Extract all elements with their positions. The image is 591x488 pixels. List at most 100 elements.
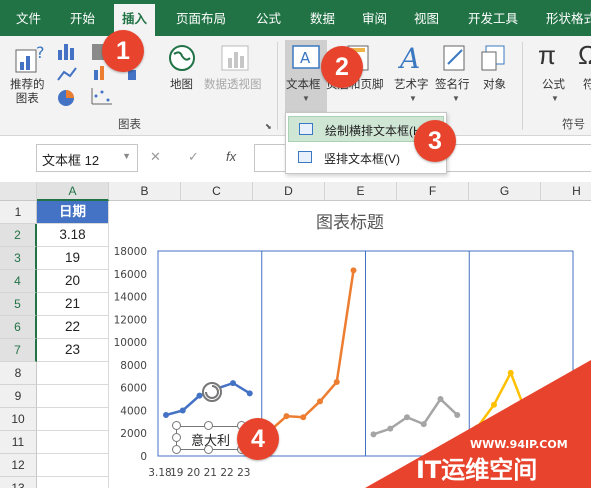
data-point bbox=[179, 407, 186, 414]
column-header[interactable]: B bbox=[109, 182, 181, 201]
table-cell[interactable]: 19 bbox=[37, 247, 109, 270]
data-point bbox=[350, 267, 357, 274]
wordart-button[interactable]: 艺术字 bbox=[394, 78, 429, 92]
row-header[interactable]: 5 bbox=[0, 293, 37, 316]
pivot-chart-button[interactable]: 数据透视图 bbox=[204, 78, 262, 92]
insert-function-icon[interactable]: fx bbox=[226, 149, 236, 164]
tab-file[interactable]: 文件 bbox=[16, 8, 41, 27]
table-cell[interactable]: 23 bbox=[37, 339, 109, 362]
tab-shape-format[interactable]: 形状格式 bbox=[546, 8, 591, 27]
tab-data[interactable]: 数据 bbox=[310, 8, 335, 27]
group-separator bbox=[522, 42, 523, 130]
svg-text:?: ? bbox=[36, 43, 45, 62]
data-point bbox=[474, 424, 481, 431]
row-header[interactable]: 12 bbox=[0, 454, 37, 477]
step-badge-2: 2 bbox=[321, 46, 363, 88]
column-header[interactable]: F bbox=[397, 182, 469, 201]
table-cell[interactable] bbox=[37, 362, 109, 385]
cancel-icon[interactable]: ✕ bbox=[150, 149, 161, 165]
object-icon bbox=[481, 45, 505, 71]
enter-icon[interactable]: ✓ bbox=[188, 149, 199, 165]
resize-handle[interactable] bbox=[204, 445, 213, 454]
data-point bbox=[370, 431, 377, 438]
row-header[interactable]: 7 bbox=[0, 339, 37, 362]
chevron-down-icon[interactable]: ▼ bbox=[409, 94, 417, 103]
row-header[interactable]: 6 bbox=[0, 316, 37, 339]
map-icon bbox=[169, 45, 195, 71]
series-line bbox=[373, 397, 459, 436]
tab-formulas[interactable]: 公式 bbox=[256, 8, 281, 27]
table-cell[interactable] bbox=[37, 454, 109, 477]
column-header[interactable]: A bbox=[37, 182, 109, 201]
object-button[interactable]: 对象 bbox=[483, 78, 506, 92]
row-header[interactable]: 3 bbox=[0, 247, 37, 270]
table-cell[interactable]: 22 bbox=[37, 316, 109, 339]
column-header[interactable]: D bbox=[253, 182, 325, 201]
resize-handle[interactable] bbox=[172, 421, 181, 430]
map-button[interactable]: 地图 bbox=[170, 78, 193, 92]
name-box[interactable]: 文本框 12 ▼ bbox=[36, 144, 138, 172]
table-cell[interactable] bbox=[37, 385, 109, 408]
table-cell[interactable]: 20 bbox=[37, 270, 109, 293]
row-header[interactable]: 1 bbox=[0, 201, 37, 224]
table-cell[interactable]: 3.18 bbox=[37, 224, 109, 247]
row-header[interactable]: 8 bbox=[0, 362, 37, 385]
rotate-handle-icon[interactable] bbox=[200, 380, 224, 404]
y-tick-label: 18000 bbox=[114, 246, 147, 258]
textbox-button[interactable]: 文本框 bbox=[286, 78, 321, 92]
chevron-down-icon[interactable]: ▼ bbox=[452, 94, 460, 103]
column-header[interactable]: C bbox=[181, 182, 253, 201]
table-cell[interactable] bbox=[37, 431, 109, 454]
tab-developer[interactable]: 开发工具 bbox=[468, 8, 518, 27]
row-header[interactable]: 10 bbox=[0, 408, 37, 431]
row-header[interactable]: 11 bbox=[0, 431, 37, 454]
column-header[interactable]: E bbox=[325, 182, 397, 201]
step-badge-4: 4 bbox=[237, 418, 279, 460]
symbol-icon: Ω bbox=[578, 40, 591, 70]
column-header[interactable]: G bbox=[469, 182, 541, 201]
tab-home[interactable]: 开始 bbox=[70, 8, 95, 27]
recommended-chart-button[interactable]: 推荐的 图表 bbox=[10, 78, 45, 106]
table-cell[interactable]: 日期 bbox=[37, 201, 109, 224]
signature-button[interactable]: 签名行 bbox=[435, 78, 470, 92]
select-all-corner[interactable] bbox=[0, 182, 37, 201]
data-point bbox=[163, 412, 169, 418]
data-point bbox=[558, 421, 564, 428]
x-tick-label: 22 bbox=[220, 467, 233, 479]
table-cell[interactable]: 21 bbox=[37, 293, 109, 316]
dialog-launcher-icon[interactable]: ⬊ bbox=[265, 122, 272, 131]
resize-handle[interactable] bbox=[172, 433, 181, 442]
y-tick-label: 14000 bbox=[114, 292, 147, 304]
horizontal-textbox-icon bbox=[299, 123, 313, 135]
row-header[interactable]: 2 bbox=[0, 224, 37, 247]
table-cell[interactable] bbox=[37, 477, 109, 488]
excel-window: 文件 开始 插入 页面布局 公式 数据 审阅 视图 开发工具 形状格式 ? 推荐… bbox=[0, 0, 591, 488]
row-header[interactable]: 9 bbox=[0, 385, 37, 408]
row-header[interactable]: 4 bbox=[0, 270, 37, 293]
tab-review[interactable]: 审阅 bbox=[362, 8, 387, 27]
equation-button[interactable]: 公式 bbox=[542, 78, 565, 92]
table-cell[interactable] bbox=[37, 408, 109, 431]
y-tick-label: 0 bbox=[140, 451, 147, 463]
tab-view[interactable]: 视图 bbox=[414, 8, 439, 27]
data-point bbox=[404, 414, 410, 421]
x-tick-label: 19 bbox=[170, 467, 183, 479]
y-tick-label: 4000 bbox=[120, 405, 147, 417]
row-header[interactable]: 13 bbox=[0, 477, 37, 488]
data-point bbox=[246, 390, 253, 397]
tab-page-layout[interactable]: 页面布局 bbox=[176, 8, 226, 27]
chevron-down-icon[interactable]: ▼ bbox=[302, 94, 310, 103]
y-tick-label: 16000 bbox=[114, 269, 147, 281]
resize-handle[interactable] bbox=[204, 421, 213, 430]
data-point bbox=[283, 413, 290, 420]
chevron-down-icon[interactable]: ▼ bbox=[551, 94, 559, 103]
resize-handle[interactable] bbox=[172, 445, 181, 454]
y-tick-label: 6000 bbox=[120, 383, 147, 395]
symbol-button[interactable]: 符 bbox=[583, 78, 591, 92]
ribbon-tab-bar: 文件 开始 插入 页面布局 公式 数据 审阅 视图 开发工具 形状格式 bbox=[0, 0, 591, 36]
chevron-down-icon[interactable]: ▼ bbox=[122, 151, 131, 161]
data-point bbox=[454, 412, 461, 418]
column-header[interactable]: H bbox=[541, 182, 591, 201]
y-tick-label: 12000 bbox=[114, 314, 147, 326]
data-point bbox=[507, 369, 514, 376]
